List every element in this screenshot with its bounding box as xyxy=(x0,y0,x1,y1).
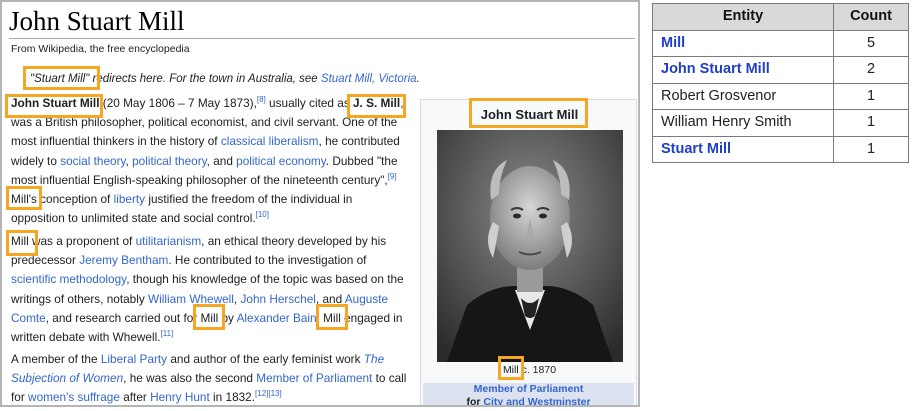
entity-name[interactable]: Stuart Mill xyxy=(652,135,834,163)
table-row: Stuart Mill 1 xyxy=(652,135,909,163)
entity-count: 5 xyxy=(833,29,909,57)
link-member-of-parliament-office[interactable]: Member of Parliament xyxy=(423,383,634,396)
entity-count-table: Entity Count Mill 5 John Stuart Mill 2 R… xyxy=(652,3,909,163)
link-political-economy[interactable]: political economy xyxy=(236,154,326,168)
entity-count: 1 xyxy=(833,82,909,110)
infobox-title: John Stuart Mill xyxy=(480,107,579,122)
portrait-illustration xyxy=(437,130,623,362)
infobox: John Stuart Mill Mill c. 1870 Member of … xyxy=(420,99,637,407)
entity-table-header-row: Entity Count xyxy=(652,3,909,31)
reference-11[interactable]: [11] xyxy=(161,329,174,338)
link-john-herschel[interactable]: John Herschel xyxy=(240,292,315,306)
link-member-of-parliament[interactable]: Member of Parliament xyxy=(256,371,372,385)
hatnote-text: redirects here. For the town in Australi… xyxy=(89,73,321,85)
link-henry-hunt[interactable]: Henry Hunt xyxy=(150,390,210,404)
entity-column-header: Entity xyxy=(652,3,834,31)
link-liberty[interactable]: liberty xyxy=(114,192,145,206)
link-city-and-westminster[interactable]: City and Westminster xyxy=(483,396,590,406)
intro-paragraph-1: John Stuart Mill (20 May 1806 – 7 May 18… xyxy=(11,95,404,226)
hatnote: "Stuart Mill" redirects here. For the to… xyxy=(30,73,420,85)
reference-10[interactable]: [10] xyxy=(256,210,269,219)
link-alexander-bain[interactable]: Alexander Bain xyxy=(237,311,317,325)
table-row: John Stuart Mill 2 xyxy=(652,56,909,84)
hatnote-link-stuart-mill-victoria[interactable]: Stuart Mill, Victoria xyxy=(321,73,417,85)
hatnote-quote: "Stuart Mill" xyxy=(30,73,90,85)
article-tagline: From Wikipedia, the free encyclopedia xyxy=(11,43,190,55)
table-row: Mill 5 xyxy=(652,29,909,57)
wikipedia-article: John Stuart Mill From Wikipedia, the fre… xyxy=(0,0,640,407)
intro-paragraph-3: A member of the Liberal Party and author… xyxy=(11,352,407,405)
link-william-whewell[interactable]: William Whewell xyxy=(148,292,234,306)
title-divider xyxy=(9,38,635,39)
table-row: William Henry Smith 1 xyxy=(652,109,909,137)
reference-8[interactable]: [8] xyxy=(257,95,266,104)
reference-9[interactable]: [9] xyxy=(388,172,397,181)
reference-12-13[interactable]: [12][13] xyxy=(255,389,282,398)
link-classical-liberalism[interactable]: classical liberalism xyxy=(221,134,319,148)
intro-paragraph-2: Mill was a proponent of utilitarianism, … xyxy=(11,234,404,345)
entity-name: Robert Grosvenor xyxy=(652,82,834,110)
entity-count: 1 xyxy=(833,135,909,163)
entity-name[interactable]: Mill xyxy=(652,29,834,57)
link-scientific-methodology[interactable]: scientific methodology xyxy=(11,272,126,286)
entity-count: 1 xyxy=(833,109,909,137)
page-title: John Stuart Mill xyxy=(9,6,185,36)
link-political-theory[interactable]: political theory xyxy=(132,154,207,168)
count-column-header: Count xyxy=(833,3,909,31)
entity-name[interactable]: John Stuart Mill xyxy=(652,56,834,84)
link-womens-suffrage[interactable]: women's suffrage xyxy=(28,390,120,404)
link-utilitarianism[interactable]: utilitarianism xyxy=(136,234,202,248)
table-row: Robert Grosvenor 1 xyxy=(652,82,909,110)
portrait-caption: Mill c. 1870 xyxy=(502,364,557,376)
link-jeremy-bentham[interactable]: Jeremy Bentham xyxy=(79,253,168,267)
link-social-theory[interactable]: social theory xyxy=(60,154,125,168)
entity-count: 2 xyxy=(833,56,909,84)
cited-name: J. S. Mill xyxy=(353,96,401,110)
portrait-photo[interactable] xyxy=(437,130,623,362)
subject-name: John Stuart Mill xyxy=(11,96,100,110)
entity-name: William Henry Smith xyxy=(652,109,834,137)
infobox-office-band: Member of Parliament for City and Westmi… xyxy=(423,383,634,407)
office-constituency: for City and Westminster xyxy=(466,395,591,407)
link-liberal-party[interactable]: Liberal Party xyxy=(101,352,167,366)
